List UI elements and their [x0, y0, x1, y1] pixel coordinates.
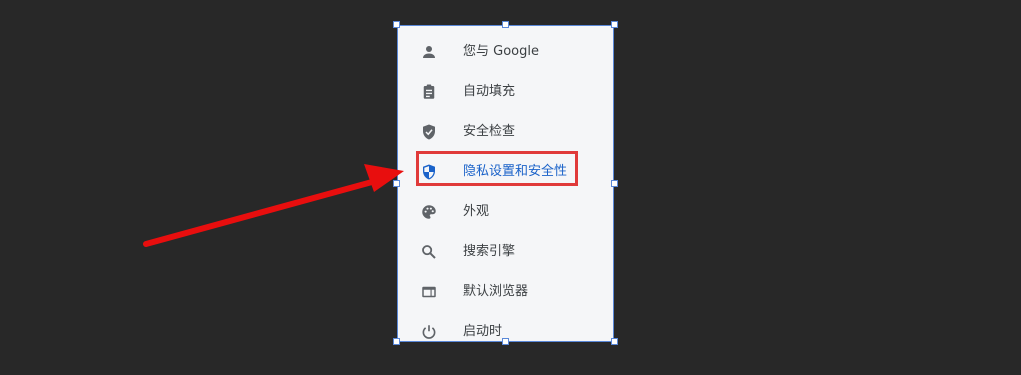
power-icon	[420, 323, 438, 341]
menu-item-label: 默认浏览器	[463, 284, 529, 299]
settings-menu-list: 您与 Google 自动填充 安全检查 隐私设置和安全性 外观 搜索引擎 默认浏…	[398, 32, 613, 341]
shield-check-icon	[420, 123, 438, 141]
selection-handle[interactable]	[393, 180, 400, 187]
shield-privacy-icon	[420, 163, 438, 181]
menu-item-label: 安全检查	[463, 124, 516, 139]
menu-item-default-browser[interactable]: 默认浏览器	[398, 272, 613, 312]
menu-item-label: 搜索引擎	[463, 244, 516, 259]
menu-item-label: 外观	[463, 204, 490, 219]
search-icon	[420, 243, 438, 261]
selection-handle[interactable]	[611, 21, 618, 28]
menu-item-safety-check[interactable]: 安全检查	[398, 112, 613, 152]
menu-item-label: 自动填充	[463, 84, 516, 99]
menu-item-search-engine[interactable]: 搜索引擎	[398, 232, 613, 272]
menu-item-label: 启动时	[463, 324, 503, 339]
selection-handle[interactable]	[611, 180, 618, 187]
menu-item-autofill[interactable]: 自动填充	[398, 72, 613, 112]
person-icon	[420, 43, 438, 61]
menu-item-you-and-google[interactable]: 您与 Google	[398, 32, 613, 72]
menu-item-label: 隐私设置和安全性	[463, 164, 568, 179]
palette-icon	[420, 203, 438, 221]
selection-handle[interactable]	[611, 338, 618, 345]
clipboard-icon	[420, 83, 438, 101]
menu-item-label: 您与 Google	[463, 44, 539, 59]
selection-handle[interactable]	[502, 338, 509, 345]
menu-item-appearance[interactable]: 外观	[398, 192, 613, 232]
browser-window-icon	[420, 283, 438, 301]
menu-item-privacy-and-security[interactable]: 隐私设置和安全性	[398, 152, 613, 192]
screenshot-stage: 您与 Google 自动填充 安全检查 隐私设置和安全性 外观 搜索引擎 默认浏…	[0, 0, 1021, 375]
settings-sidebar-menu: 您与 Google 自动填充 安全检查 隐私设置和安全性 外观 搜索引擎 默认浏…	[397, 25, 614, 342]
selection-handle[interactable]	[502, 21, 509, 28]
selection-handle[interactable]	[393, 338, 400, 345]
selection-handle[interactable]	[393, 21, 400, 28]
